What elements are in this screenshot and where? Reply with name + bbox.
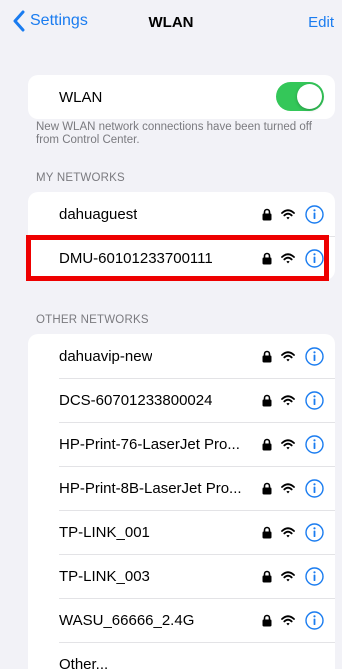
wifi-icon xyxy=(281,350,295,361)
wifi-icon xyxy=(281,438,295,449)
wlan-toggle-row: WLAN xyxy=(28,75,335,119)
network-status-icons xyxy=(262,510,324,554)
other-network-label: Other... xyxy=(59,655,109,669)
network-row[interactable]: TP-LINK_001 xyxy=(28,510,335,554)
other-networks-list: dahuavip-new DCS-60701233800024 HP-Print-7… xyxy=(28,334,335,669)
info-icon[interactable] xyxy=(305,248,324,268)
network-row[interactable]: TP-LINK_003 xyxy=(28,554,335,598)
network-status-icons xyxy=(262,422,324,466)
wlan-toggle-switch[interactable] xyxy=(276,82,324,111)
info-icon[interactable] xyxy=(305,522,324,542)
info-icon[interactable] xyxy=(305,566,324,586)
network-name: TP-LINK_003 xyxy=(59,567,150,585)
network-name: dahuavip-new xyxy=(59,347,153,365)
network-row[interactable]: DMU-60101233700111 xyxy=(28,236,335,280)
wifi-icon xyxy=(281,252,295,263)
toggle-knob xyxy=(297,84,322,109)
network-name: DMU-60101233700111 xyxy=(59,249,213,267)
other-network-row[interactable]: Other... xyxy=(28,642,335,669)
info-icon[interactable] xyxy=(305,204,324,224)
network-status-icons xyxy=(262,598,324,642)
page-title: WLAN xyxy=(148,14,194,31)
network-status-icons xyxy=(262,378,324,422)
lock-icon xyxy=(262,252,272,264)
info-icon[interactable] xyxy=(305,434,324,454)
network-status-icons xyxy=(262,334,324,378)
lock-icon xyxy=(262,208,272,220)
network-status-icons xyxy=(262,466,324,510)
info-icon[interactable] xyxy=(305,478,324,498)
info-icon[interactable] xyxy=(305,390,324,410)
lock-icon xyxy=(262,614,272,626)
lock-icon xyxy=(262,482,272,494)
network-name: dahuaguest xyxy=(59,205,138,223)
network-status-icons xyxy=(262,192,324,236)
network-row[interactable]: dahuavip-new xyxy=(28,334,335,378)
wlan-label: WLAN xyxy=(59,88,103,106)
network-row[interactable]: DCS-60701233800024 xyxy=(28,378,335,422)
network-row[interactable]: WASU_66666_2.4G xyxy=(28,598,335,642)
lock-icon xyxy=(262,570,272,582)
wifi-icon xyxy=(281,394,295,405)
network-name: HP-Print-8B-LaserJet Pro... xyxy=(59,479,242,497)
network-row[interactable]: HP-Print-8B-LaserJet Pro... xyxy=(28,466,335,510)
my-networks-list: dahuaguest DMU-60101233700111 xyxy=(28,192,335,280)
info-icon[interactable] xyxy=(305,610,324,630)
lock-icon xyxy=(262,350,272,362)
network-row[interactable]: dahuaguest xyxy=(28,192,335,236)
wlan-toggle-card: WLAN xyxy=(28,75,335,119)
wifi-icon xyxy=(281,570,295,581)
lock-icon xyxy=(262,438,272,450)
my-networks-header: MY NETWORKS xyxy=(36,172,125,184)
network-name: TP-LINK_001 xyxy=(59,523,150,541)
info-icon[interactable] xyxy=(305,346,324,366)
network-status-icons xyxy=(262,554,324,598)
network-name: DCS-60701233800024 xyxy=(59,391,213,409)
network-row[interactable]: HP-Print-76-LaserJet Pro... xyxy=(28,422,335,466)
wifi-icon xyxy=(281,526,295,537)
network-name: WASU_66666_2.4G xyxy=(59,611,195,629)
wifi-icon xyxy=(281,208,295,219)
edit-button[interactable]: Edit xyxy=(308,14,334,31)
wifi-icon xyxy=(281,614,295,625)
network-name: HP-Print-76-LaserJet Pro... xyxy=(59,435,240,453)
wlan-settings-screen: Settings WLAN Edit WLAN New WLAN network… xyxy=(0,0,342,669)
other-networks-header: OTHER NETWORKS xyxy=(36,314,149,326)
network-status-icons xyxy=(262,236,324,280)
lock-icon xyxy=(262,526,272,538)
wlan-footnote: New WLAN network connections have been t… xyxy=(36,121,312,146)
wifi-icon xyxy=(281,482,295,493)
lock-icon xyxy=(262,394,272,406)
navigation-bar: Settings WLAN Edit xyxy=(0,0,342,44)
